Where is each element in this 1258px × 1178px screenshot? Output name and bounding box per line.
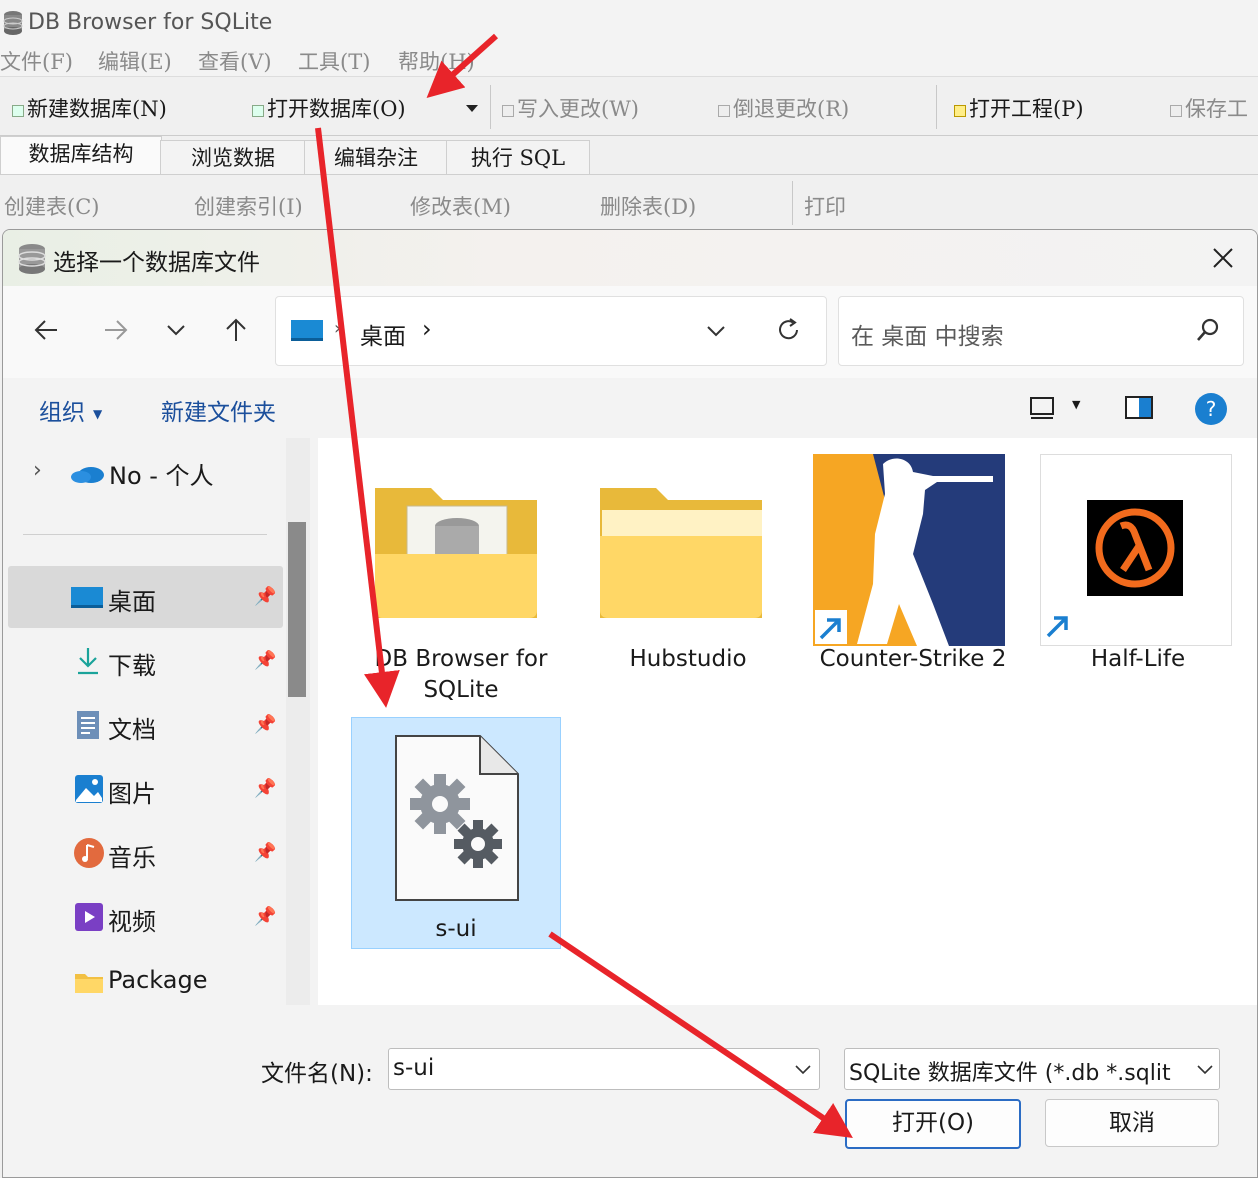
arrow-to-s-ui-file bbox=[315, 127, 400, 708]
arrow-to-open-database bbox=[426, 33, 498, 98]
annotation-arrows bbox=[315, 33, 853, 1139]
arrow-to-open-button bbox=[548, 931, 853, 1139]
